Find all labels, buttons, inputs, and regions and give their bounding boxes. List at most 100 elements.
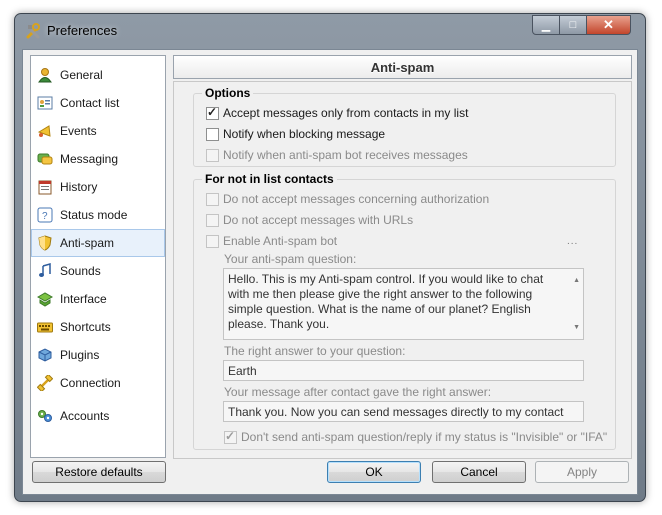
button-label: OK: [365, 465, 383, 479]
not-in-list-group: For not in list contacts Do not accept m…: [193, 172, 616, 450]
window-title: Preferences: [47, 23, 118, 38]
checkbox-label: Notify when anti-spam bot receives messa…: [223, 148, 468, 162]
minimize-icon: ▁: [541, 19, 551, 32]
sidebar-item-label: Status mode: [60, 208, 128, 222]
question-text: Hello. This is my Anti-spam control. If …: [228, 272, 544, 331]
sidebar-item-label: Interface: [60, 292, 107, 306]
button-label: Restore defaults: [55, 465, 143, 479]
checkbox-box: [206, 192, 219, 206]
sidebar-item-label: History: [60, 180, 98, 194]
scroll-down-icon[interactable]: ▼: [573, 320, 580, 335]
sidebar-item-interface[interactable]: Interface: [32, 286, 164, 312]
options-group-title: Options: [202, 86, 254, 100]
checkbox-box[interactable]: [206, 105, 219, 120]
sidebar-item-label: General: [60, 68, 103, 82]
history-icon: [37, 179, 53, 195]
maximize-button[interactable]: □: [559, 15, 587, 35]
keyboard-icon: [37, 319, 53, 335]
after-answer-text: Thank you. Now you can send messages dir…: [228, 405, 564, 421]
close-icon: ✕: [603, 17, 614, 32]
options-group: Options Accept messages only from contac…: [193, 86, 616, 167]
after-answer-label: Your message after contact gave the righ…: [224, 385, 492, 399]
answer-label: The right answer to your question:: [224, 344, 406, 358]
checkbox-label: Do not accept messages concerning author…: [223, 192, 490, 206]
anti-spam-panel: Options Accept messages only from contac…: [173, 81, 632, 459]
connection-icon: [36, 373, 54, 393]
tools-icon: [25, 23, 41, 39]
after-answer-field[interactable]: Thank you. Now you can send messages dir…: [223, 401, 584, 422]
checkbox-box: [224, 429, 237, 444]
dialog-client-area: General Contact list Events Messaging Hi…: [22, 49, 638, 495]
maximize-icon: □: [569, 19, 577, 31]
accept-only-contacts-checkbox[interactable]: Accept messages only from contacts in my…: [206, 105, 469, 120]
sidebar-item-sounds[interactable]: Sounds: [32, 258, 164, 284]
sidebar-item-label: Anti-spam: [60, 236, 115, 250]
sidebar-item-label: Accounts: [60, 409, 110, 423]
sidebar-item-history[interactable]: History: [32, 174, 164, 200]
question-label: Your anti-spam question:: [224, 252, 357, 266]
sidebar-item-label: Events: [60, 124, 97, 138]
apply-button[interactable]: Apply: [535, 461, 629, 483]
accounts-icon: [37, 408, 53, 424]
checkbox-label: Don't send anti-spam question/reply if m…: [241, 430, 608, 444]
sidebar-item-shortcuts[interactable]: Shortcuts: [32, 314, 164, 340]
sounds-icon: [37, 263, 53, 279]
cancel-button[interactable]: Cancel: [432, 461, 526, 483]
notify-blocking-checkbox[interactable]: Notify when blocking message: [206, 127, 385, 141]
checkbox-label: Do not accept messages with URLs: [223, 213, 414, 227]
dont-send-invisible-checkbox: Don't send anti-spam question/reply if m…: [224, 429, 608, 444]
button-label: Apply: [566, 465, 598, 479]
sidebar-item-general[interactable]: General: [32, 62, 164, 88]
close-button[interactable]: ✕: [586, 15, 631, 35]
answer-text: Earth: [228, 364, 257, 378]
general-icon: [37, 67, 53, 83]
sidebar-item-messaging[interactable]: Messaging: [32, 146, 164, 172]
sidebar-item-label: Contact list: [60, 96, 120, 110]
answer-field[interactable]: Earth: [223, 360, 584, 381]
sidebar-item-connection[interactable]: Connection: [32, 370, 164, 396]
preferences-window: Preferences ▁ □ ✕ General Contact list E…: [14, 13, 646, 502]
restore-defaults-button[interactable]: Restore defaults: [32, 461, 166, 483]
sidebar-item-anti-spam[interactable]: Anti-spam: [31, 229, 165, 257]
checkbox-box: [206, 213, 219, 227]
sidebar-item-label: Connection: [60, 376, 121, 390]
checkbox-label: Notify when blocking message: [223, 127, 386, 141]
sidebar-item-contact-list[interactable]: Contact list: [32, 90, 164, 116]
notify-bot-checkbox: Notify when anti-spam bot receives messa…: [206, 148, 468, 162]
contact-list-icon: [37, 95, 53, 111]
sidebar-item-label: Messaging: [60, 152, 119, 166]
minimize-button[interactable]: ▁: [532, 15, 560, 35]
no-authorization-checkbox: Do not accept messages concerning author…: [206, 192, 489, 206]
sidebar-item-status-mode[interactable]: ? Status mode: [32, 202, 164, 228]
checkbox-label: Accept messages only from contacts in my…: [223, 106, 469, 120]
sidebar-item-accounts[interactable]: Accounts: [32, 403, 164, 429]
shield-icon: [37, 235, 53, 251]
page-title-text: Anti-spam: [370, 59, 435, 75]
sidebar-item-plugins[interactable]: Plugins: [32, 342, 164, 368]
ok-button[interactable]: OK: [327, 461, 421, 483]
more-options-button[interactable]: ...: [567, 236, 578, 247]
question-textarea[interactable]: Hello. This is my Anti-spam control. If …: [223, 268, 584, 340]
events-icon: [37, 123, 53, 139]
checkbox-box: [206, 234, 219, 248]
sidebar-item-label: Plugins: [60, 348, 100, 362]
category-list[interactable]: General Contact list Events Messaging Hi…: [30, 55, 166, 458]
sidebar-item-label: Sounds: [60, 264, 101, 278]
page-title: Anti-spam: [173, 55, 632, 79]
svg-text:?: ?: [42, 211, 48, 222]
scroll-up-icon[interactable]: ▲: [573, 273, 580, 288]
not-in-list-group-title: For not in list contacts: [202, 172, 337, 186]
checkbox-label: Enable Anti-spam bot: [223, 234, 338, 248]
no-urls-checkbox: Do not accept messages with URLs: [206, 213, 413, 227]
sidebar-item-events[interactable]: Events: [32, 118, 164, 144]
title-bar[interactable]: Preferences ▁ □ ✕: [15, 14, 645, 48]
plugins-icon: [37, 347, 53, 363]
button-label: Cancel: [460, 465, 498, 479]
checkbox-box[interactable]: [206, 127, 219, 141]
sidebar-item-label: Shortcuts: [60, 320, 111, 334]
status-mode-icon: ?: [37, 207, 53, 223]
enable-bot-checkbox: Enable Anti-spam bot: [206, 234, 337, 248]
checkbox-box: [206, 148, 219, 162]
interface-icon: [36, 291, 54, 307]
messaging-icon: [37, 151, 53, 167]
